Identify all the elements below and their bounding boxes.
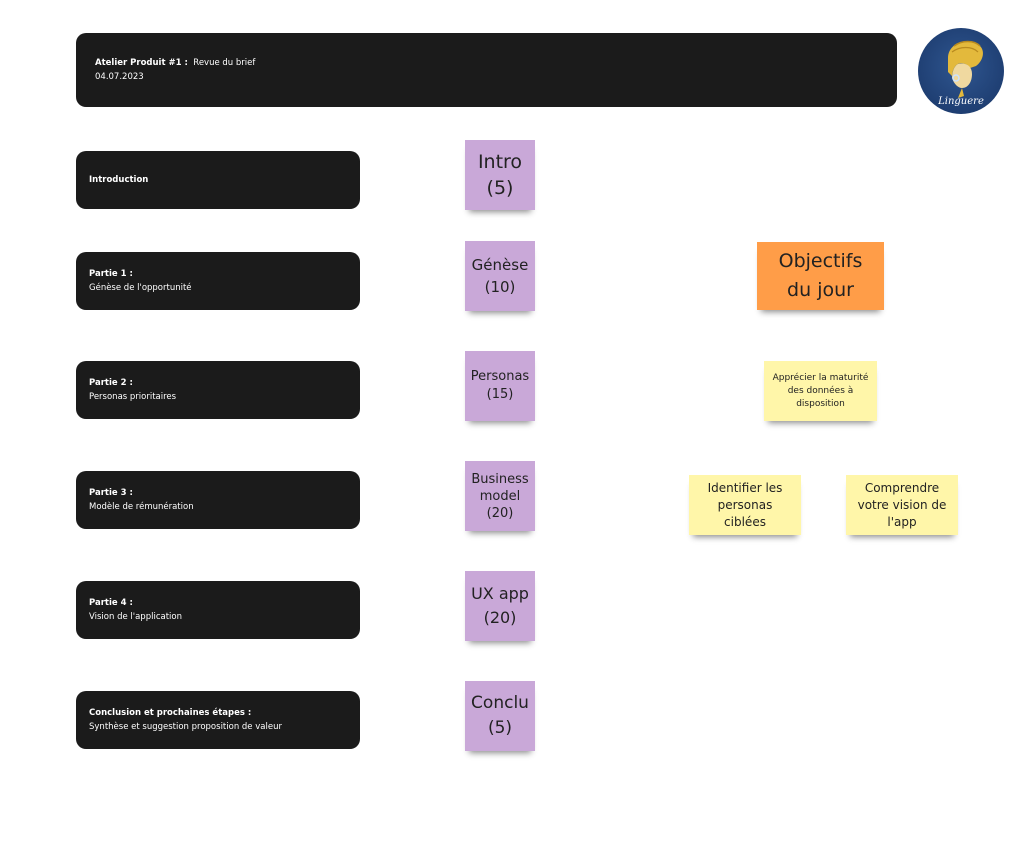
note-minutes: (10) (484, 278, 516, 296)
note-minutes: (20) (486, 505, 514, 521)
section-title: Partie 3 : (89, 488, 133, 498)
objectives-title: Objectifs du jour (778, 250, 863, 301)
note-minutes: (5) (486, 177, 514, 199)
header-title: Atelier Produit #1 : Revue du brief (95, 56, 897, 70)
section-partie-1[interactable]: Partie 1 : Génèse de l'opportunité (76, 252, 360, 310)
section-subtitle: Personas prioritaires (89, 392, 177, 402)
sticky-note-objective-2[interactable]: Identifier les personas ciblées (689, 475, 801, 535)
sticky-note-objective-3[interactable]: Comprendre votre vision de l'app (846, 475, 958, 535)
section-introduction[interactable]: Introduction (76, 151, 360, 209)
sticky-note-genese[interactable]: Génèse (10) (465, 241, 535, 311)
section-title: Partie 4 : (89, 598, 133, 608)
sticky-note-personas[interactable]: Personas (15) (465, 351, 535, 421)
sticky-note-ux-app[interactable]: UX app (20) (465, 571, 535, 641)
section-title: Partie 1 : (89, 269, 133, 279)
sticky-note-business-model[interactable]: Business model (20) (465, 461, 535, 531)
section-subtitle: Génèse de l'opportunité (89, 283, 192, 293)
note-label: Conclu (471, 693, 529, 713)
sticky-note-objective-1[interactable]: Apprécier la maturité des données à disp… (764, 361, 877, 421)
note-minutes: (20) (483, 608, 517, 627)
objective-text: Comprendre votre vision de l'app (857, 480, 947, 529)
objective-text: Apprécier la maturité des données à disp… (772, 372, 869, 409)
header-card[interactable]: Atelier Produit #1 : Revue du brief 04.0… (76, 33, 897, 107)
section-subtitle: Vision de l'application (89, 612, 182, 622)
section-partie-2[interactable]: Partie 2 : Personas prioritaires (76, 361, 360, 419)
note-label: Génèse (471, 256, 529, 274)
header-title-bold: Atelier Produit #1 : (95, 58, 188, 68)
note-minutes: (15) (486, 387, 514, 402)
logo-text: Linguere (937, 96, 984, 107)
section-partie-4[interactable]: Partie 4 : Vision de l'application (76, 581, 360, 639)
section-conclusion[interactable]: Conclusion et prochaines étapes : Synthè… (76, 691, 360, 749)
section-subtitle: Synthèse et suggestion proposition de va… (89, 722, 282, 732)
note-minutes: (5) (487, 718, 513, 738)
section-title: Introduction (89, 175, 149, 185)
note-label: UX app (471, 584, 529, 603)
woman-headwrap-logo-icon: Linguere (937, 40, 984, 107)
note-label: Business model (471, 471, 529, 504)
note-label: Personas (470, 369, 530, 384)
sticky-note-objectifs[interactable]: Objectifs du jour (757, 242, 884, 310)
section-subtitle: Modèle de rémunération (89, 502, 194, 512)
section-title: Partie 2 : (89, 378, 133, 388)
header-date: 04.07.2023 (95, 72, 144, 82)
section-title: Conclusion et prochaines étapes : (89, 708, 252, 718)
objective-text: Identifier les personas ciblées (707, 480, 783, 529)
linguere-logo[interactable]: Linguere (918, 28, 1004, 114)
sticky-note-intro[interactable]: Intro (5) (465, 140, 535, 210)
sticky-note-conclu[interactable]: Conclu (5) (465, 681, 535, 751)
header-title-rest: Revue du brief (193, 58, 256, 68)
note-label: Intro (477, 151, 523, 173)
section-partie-3[interactable]: Partie 3 : Modèle de rémunération (76, 471, 360, 529)
